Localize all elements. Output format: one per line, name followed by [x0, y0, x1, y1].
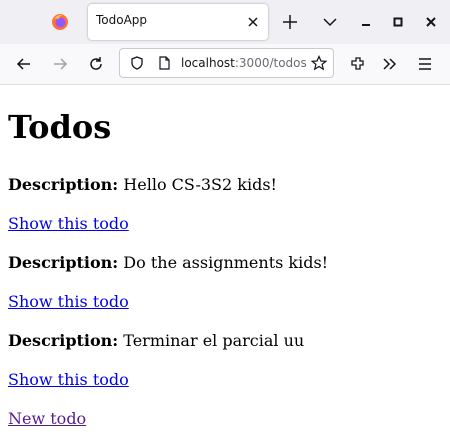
menu-icon[interactable]	[415, 54, 435, 74]
todo-description: Description: Do the assignments kids!	[8, 253, 328, 272]
description-label: Description:	[8, 331, 119, 350]
new-tab-icon[interactable]	[280, 12, 300, 32]
address-bar[interactable]: localhost:3000/todos	[119, 48, 334, 78]
url-path: :3000/todos	[234, 56, 307, 70]
description-label: Description:	[8, 253, 119, 272]
url-host: localhost	[181, 56, 235, 70]
list-all-tabs-icon[interactable]	[320, 12, 340, 32]
todo-description: Description: Terminar el parcial uu	[8, 331, 304, 350]
maximize-icon[interactable]	[388, 12, 408, 32]
extensions-icon[interactable]	[348, 54, 368, 74]
page-title: Todos	[8, 108, 112, 146]
close-window-icon[interactable]	[421, 12, 441, 32]
new-todo-link[interactable]: New todo	[8, 409, 86, 428]
firefox-icon[interactable]	[51, 13, 69, 31]
url-text[interactable]: localhost:3000/todos	[181, 56, 307, 70]
show-todo-link[interactable]: Show this todo	[8, 292, 129, 311]
page-icon[interactable]	[156, 55, 172, 71]
description-text: Do the assignments kids!	[123, 253, 329, 272]
reload-icon[interactable]	[86, 54, 106, 74]
description-text: Terminar el parcial uu	[123, 331, 305, 350]
tab-strip: TodoApp	[0, 0, 450, 44]
description-text: Hello CS-3S2 kids!	[123, 175, 277, 194]
minimize-icon[interactable]	[356, 12, 376, 32]
overflow-chevrons-icon[interactable]	[380, 54, 400, 74]
active-tab[interactable]: TodoApp	[88, 4, 268, 40]
shield-icon[interactable]	[129, 55, 145, 71]
forward-icon[interactable]	[50, 54, 70, 74]
show-todo-link[interactable]: Show this todo	[8, 370, 129, 389]
todo-description: Description: Hello CS-3S2 kids!	[8, 175, 277, 194]
navigation-toolbar: localhost:3000/todos	[0, 44, 450, 85]
back-icon[interactable]	[14, 54, 34, 74]
bookmark-star-icon[interactable]	[311, 55, 327, 71]
description-label: Description:	[8, 175, 119, 194]
close-tab-icon[interactable]	[243, 12, 263, 32]
show-todo-link[interactable]: Show this todo	[8, 214, 129, 233]
tab-title: TodoApp	[96, 13, 148, 27]
